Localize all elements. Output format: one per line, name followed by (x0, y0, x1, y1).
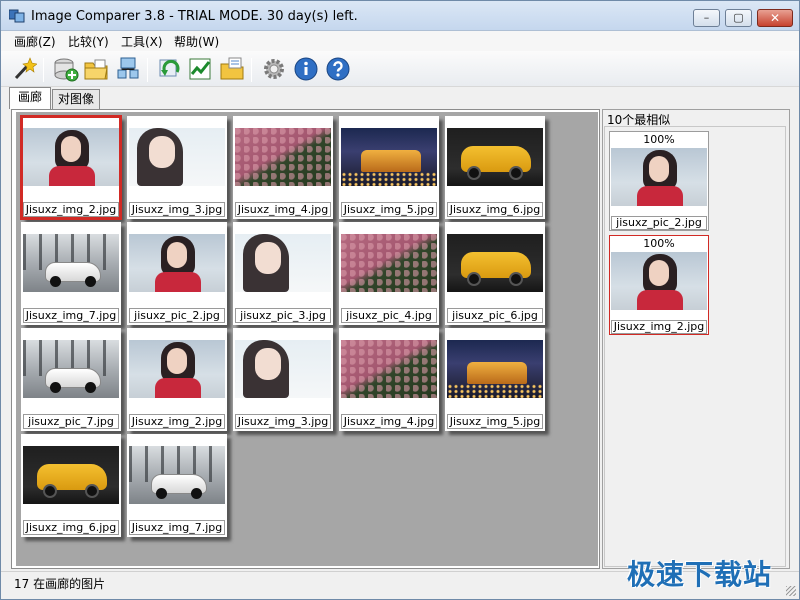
network-scan-icon[interactable] (115, 56, 141, 82)
thumbnail-filename: jisuxz_pic_2.jpg (129, 308, 225, 323)
similar-item[interactable]: 100% jisuxz_pic_2.jpg (609, 131, 709, 231)
gallery-thumbnail[interactable]: Jisuxz_img_2.jpg (20, 115, 122, 220)
thumbnail-filename: Jisuxz_img_4.jpg (341, 414, 437, 429)
minimize-button[interactable]: – (693, 9, 720, 27)
toolbar-separator (251, 58, 252, 82)
app-window: Image Comparer 3.8 - TRIAL MODE. 30 day(… (0, 0, 800, 600)
refresh-compare-icon[interactable] (157, 56, 183, 82)
thumbnail-image (341, 234, 437, 292)
menu-gallery[interactable]: 画廊(Z) (14, 33, 56, 50)
watermark-logo: 极速下载站 (627, 558, 773, 591)
thumbnail-filename: Jisuxz_img_3.jpg (129, 202, 225, 217)
thumbnail-filename: Jisuxz_img_5.jpg (447, 414, 543, 429)
app-icon (9, 9, 25, 23)
thumbnail-filename: Jisuxz_img_4.jpg (235, 202, 331, 217)
thumbnail-image (341, 340, 437, 398)
gallery-thumbnail[interactable]: Jisuxz_img_5.jpg (445, 328, 545, 431)
gallery-thumbnail[interactable]: Jisuxz_img_4.jpg (339, 328, 439, 431)
gallery-thumbnail[interactable]: Jisuxz_img_5.jpg (339, 116, 439, 219)
gallery-thumbnail[interactable]: Jisuxz_img_4.jpg (233, 116, 333, 219)
thumbnail-image (447, 234, 543, 292)
minimize-icon: – (703, 11, 710, 24)
thumbnail-image (23, 234, 119, 292)
menu-tools[interactable]: 工具(X) (121, 33, 163, 50)
similar-filename: jisuxz_pic_2.jpg (611, 216, 707, 230)
thumbnail-filename: Jisuxz_img_2.jpg (129, 414, 225, 429)
gallery-thumbnail[interactable]: jisuxz_pic_6.jpg (445, 222, 545, 325)
similar-filename: Jisuxz_img_2.jpg (611, 320, 707, 334)
status-text: 17 在画廊的图片 (14, 577, 106, 591)
help-icon[interactable] (325, 56, 351, 82)
title-bar[interactable]: Image Comparer 3.8 - TRIAL MODE. 30 day(… (1, 1, 799, 31)
close-icon: ✕ (769, 11, 781, 25)
thumbnail-filename: Jisuxz_img_3.jpg (235, 414, 331, 429)
gallery-thumbnail[interactable]: Jisuxz_img_3.jpg (233, 328, 333, 431)
thumbnail-filename: jisuxz_pic_3.jpg (235, 308, 331, 323)
similarity-percent: 100% (643, 237, 675, 250)
resize-grip[interactable] (786, 586, 796, 596)
chart-check-icon[interactable] (187, 56, 213, 82)
thumbnail-image (129, 340, 225, 398)
similar-item[interactable]: 100% Jisuxz_img_2.jpg (609, 235, 709, 335)
similar-image (611, 148, 707, 206)
close-button[interactable]: ✕ (757, 9, 793, 27)
thumbnail-filename: Jisuxz_img_5.jpg (341, 202, 437, 217)
thumbnail-filename: Jisuxz_img_7.jpg (23, 308, 119, 323)
thumbnail-image (129, 234, 225, 292)
menu-bar: 画廊(Z) 比较(Y) 工具(X) 帮助(W) (1, 31, 799, 51)
thumbnail-image (129, 446, 225, 504)
info-icon[interactable] (293, 56, 319, 82)
similar-list[interactable]: 100% jisuxz_pic_2.jpg 100% Jisuxz_img_2.jpg (604, 126, 786, 567)
gallery-thumbnail[interactable]: jisuxz_pic_4.jpg (339, 222, 439, 325)
thumbnail-image (447, 128, 543, 186)
maximize-button[interactable]: ▢ (725, 9, 752, 27)
gallery-grid[interactable]: Jisuxz_img_2.jpg Jisuxz_img_3.jpg Jisuxz_i… (16, 112, 598, 566)
window-title: Image Comparer 3.8 - TRIAL MODE. 30 day(… (31, 9, 358, 24)
tab-image-pairs[interactable]: 对图像 (52, 89, 100, 109)
toolbar-separator (43, 58, 44, 82)
toolbar-separator (147, 58, 148, 82)
menu-help[interactable]: 帮助(W) (174, 33, 219, 50)
similarity-percent: 100% (643, 133, 675, 146)
maximize-icon: ▢ (733, 11, 744, 24)
wizard-wand-icon[interactable] (11, 56, 37, 82)
gallery-thumbnail[interactable]: Jisuxz_img_7.jpg (21, 222, 121, 325)
thumbnail-image (23, 128, 119, 186)
thumbnail-image (235, 234, 331, 292)
gallery-thumbnail[interactable]: Jisuxz_img_3.jpg (127, 116, 227, 219)
thumbnail-filename: jisuxz_pic_7.jpg (23, 414, 119, 429)
similar-image (611, 252, 707, 310)
thumbnail-image (341, 128, 437, 186)
thumbnail-image (23, 446, 119, 504)
thumbnail-filename: Jisuxz_img_6.jpg (447, 202, 543, 217)
menu-compare[interactable]: 比较(Y) (68, 33, 109, 50)
thumbnail-filename: Jisuxz_img_6.jpg (23, 520, 119, 535)
add-disk-icon[interactable] (53, 56, 79, 82)
folder-sync-icon[interactable] (219, 56, 245, 82)
thumbnail-image (235, 340, 331, 398)
gallery-thumbnail[interactable]: Jisuxz_img_7.jpg (127, 434, 227, 537)
thumbnail-filename: Jisuxz_img_7.jpg (129, 520, 225, 535)
thumbnail-filename: jisuxz_pic_4.jpg (341, 308, 437, 323)
thumbnail-image (129, 128, 225, 186)
gallery-thumbnail[interactable]: Jisuxz_img_2.jpg (127, 328, 227, 431)
settings-gear-icon[interactable] (261, 56, 287, 82)
gallery-thumbnail[interactable]: jisuxz_pic_7.jpg (21, 328, 121, 431)
thumbnail-filename: Jisuxz_img_2.jpg (23, 202, 119, 217)
tab-gallery[interactable]: 画廊 (9, 87, 51, 109)
gallery-thumbnail[interactable]: jisuxz_pic_2.jpg (127, 222, 227, 325)
open-folder-icon[interactable] (83, 56, 109, 82)
toolbar (1, 51, 799, 87)
thumbnail-image (23, 340, 119, 398)
thumbnail-image (235, 128, 331, 186)
gallery-thumbnail[interactable]: Jisuxz_img_6.jpg (21, 434, 121, 537)
gallery-thumbnail[interactable]: Jisuxz_img_6.jpg (445, 116, 545, 219)
thumbnail-image (447, 340, 543, 398)
thumbnail-filename: jisuxz_pic_6.jpg (447, 308, 543, 323)
gallery-thumbnail[interactable]: jisuxz_pic_3.jpg (233, 222, 333, 325)
